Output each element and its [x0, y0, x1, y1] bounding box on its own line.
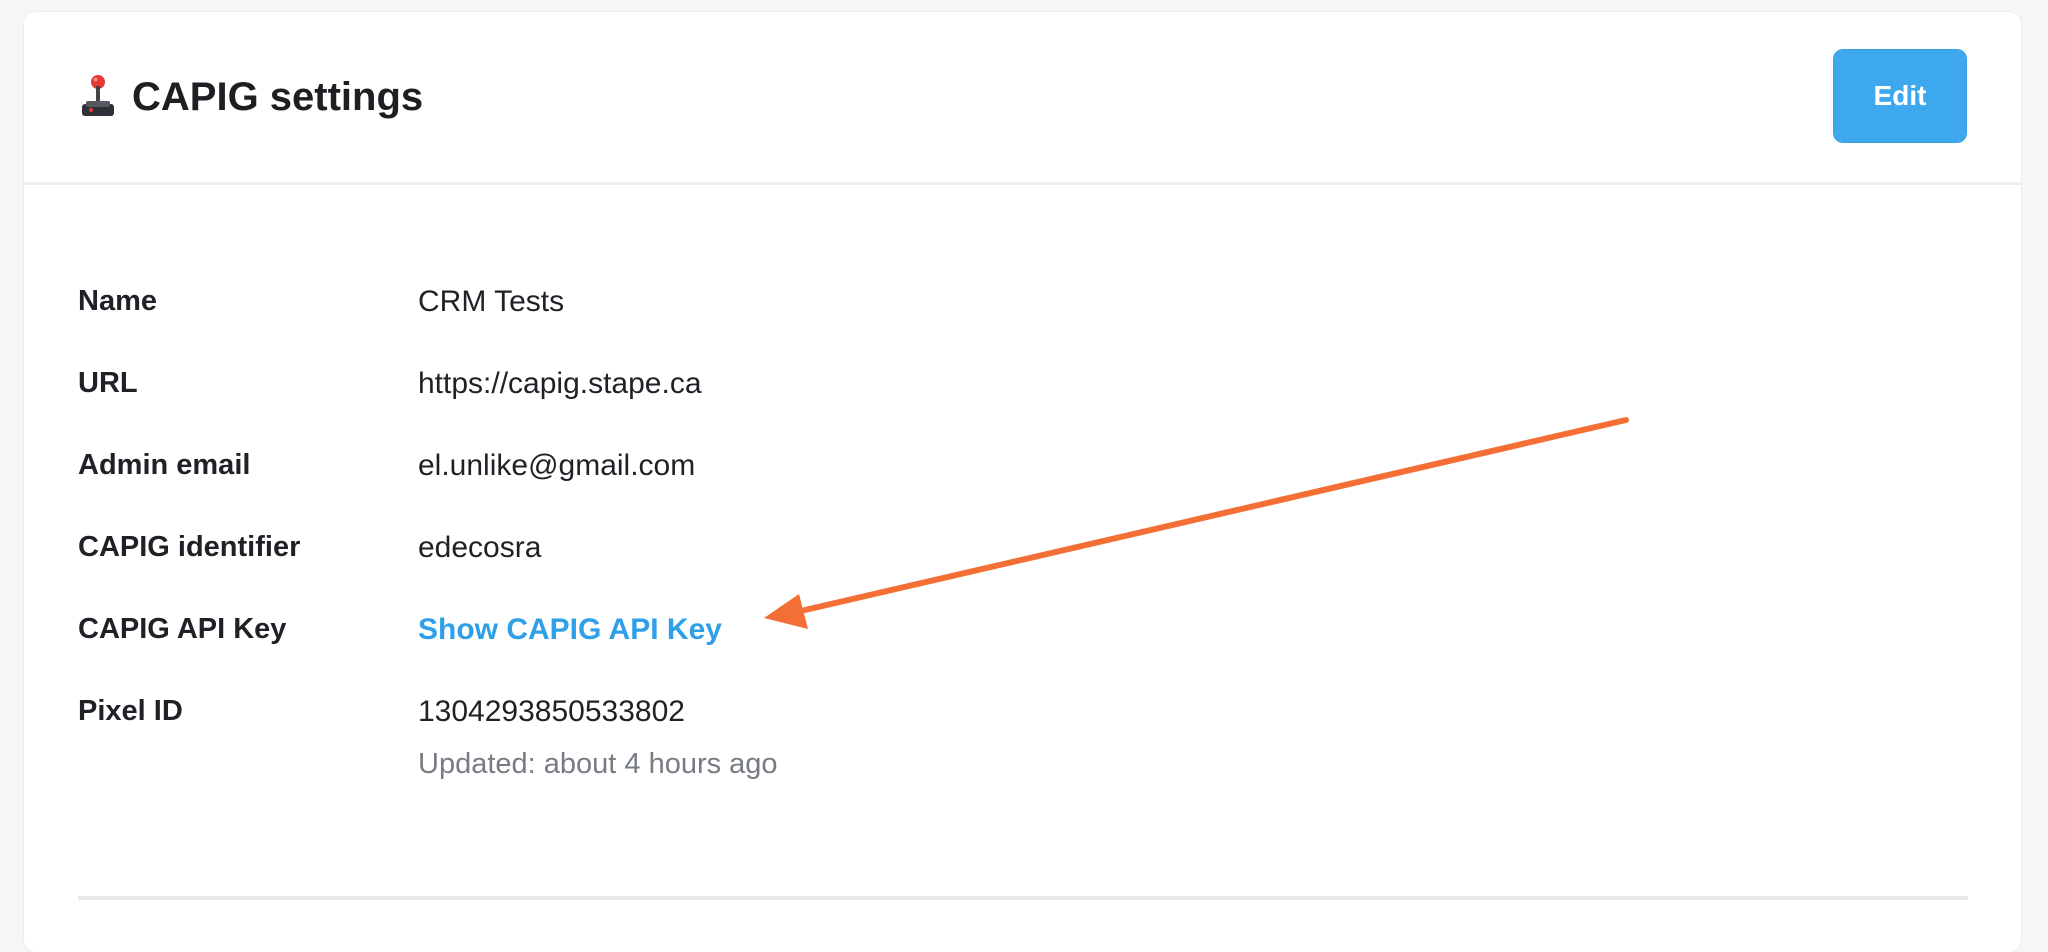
edit-button[interactable]: Edit [1833, 49, 1967, 143]
joystick-icon [82, 75, 114, 116]
detail-value: https://capig.stape.ca [418, 367, 702, 400]
detail-label: CAPIG API Key [78, 613, 287, 645]
detail-row-admin-email: Admin email el.unlike@gmail.com [78, 448, 1968, 530]
show-api-key-link[interactable]: Show CAPIG API Key [418, 612, 722, 648]
page-title-text: CAPIG settings [132, 75, 424, 119]
detail-label: URL [78, 367, 138, 399]
detail-row-capig-api-key: CAPIG API Key Show CAPIG API Key [78, 612, 1968, 694]
detail-label: Admin email [78, 449, 251, 481]
detail-value: el.unlike@gmail.com [418, 449, 696, 482]
page-title: CAPIG settings [78, 74, 423, 120]
detail-row-name: Name CRM Tests [78, 284, 1968, 366]
detail-row-url: URL https://capig.stape.ca [78, 366, 1968, 448]
detail-value: edecosra [418, 531, 542, 564]
detail-row-pixel-id: Pixel ID 1304293850533802 Updated: about… [78, 694, 1968, 781]
settings-details: Name CRM Tests URL https://capig.stape.c… [78, 284, 1968, 781]
section-divider [78, 896, 1968, 900]
detail-label: CAPIG identifier [78, 531, 301, 563]
detail-label: Pixel ID [78, 695, 183, 727]
detail-value: 1304293850533802 [418, 695, 685, 728]
detail-label: Name [78, 285, 157, 317]
pixel-id-group: 1304293850533802 Updated: about 4 hours … [418, 694, 778, 781]
updated-timestamp: Updated: about 4 hours ago [418, 748, 778, 780]
capig-settings-card: CAPIG settings Edit Name CRM Tests URL h… [24, 12, 2021, 952]
detail-value: CRM Tests [418, 285, 565, 318]
detail-row-capig-identifier: CAPIG identifier edecosra [78, 530, 1968, 612]
card-header: CAPIG settings Edit [24, 12, 2021, 185]
